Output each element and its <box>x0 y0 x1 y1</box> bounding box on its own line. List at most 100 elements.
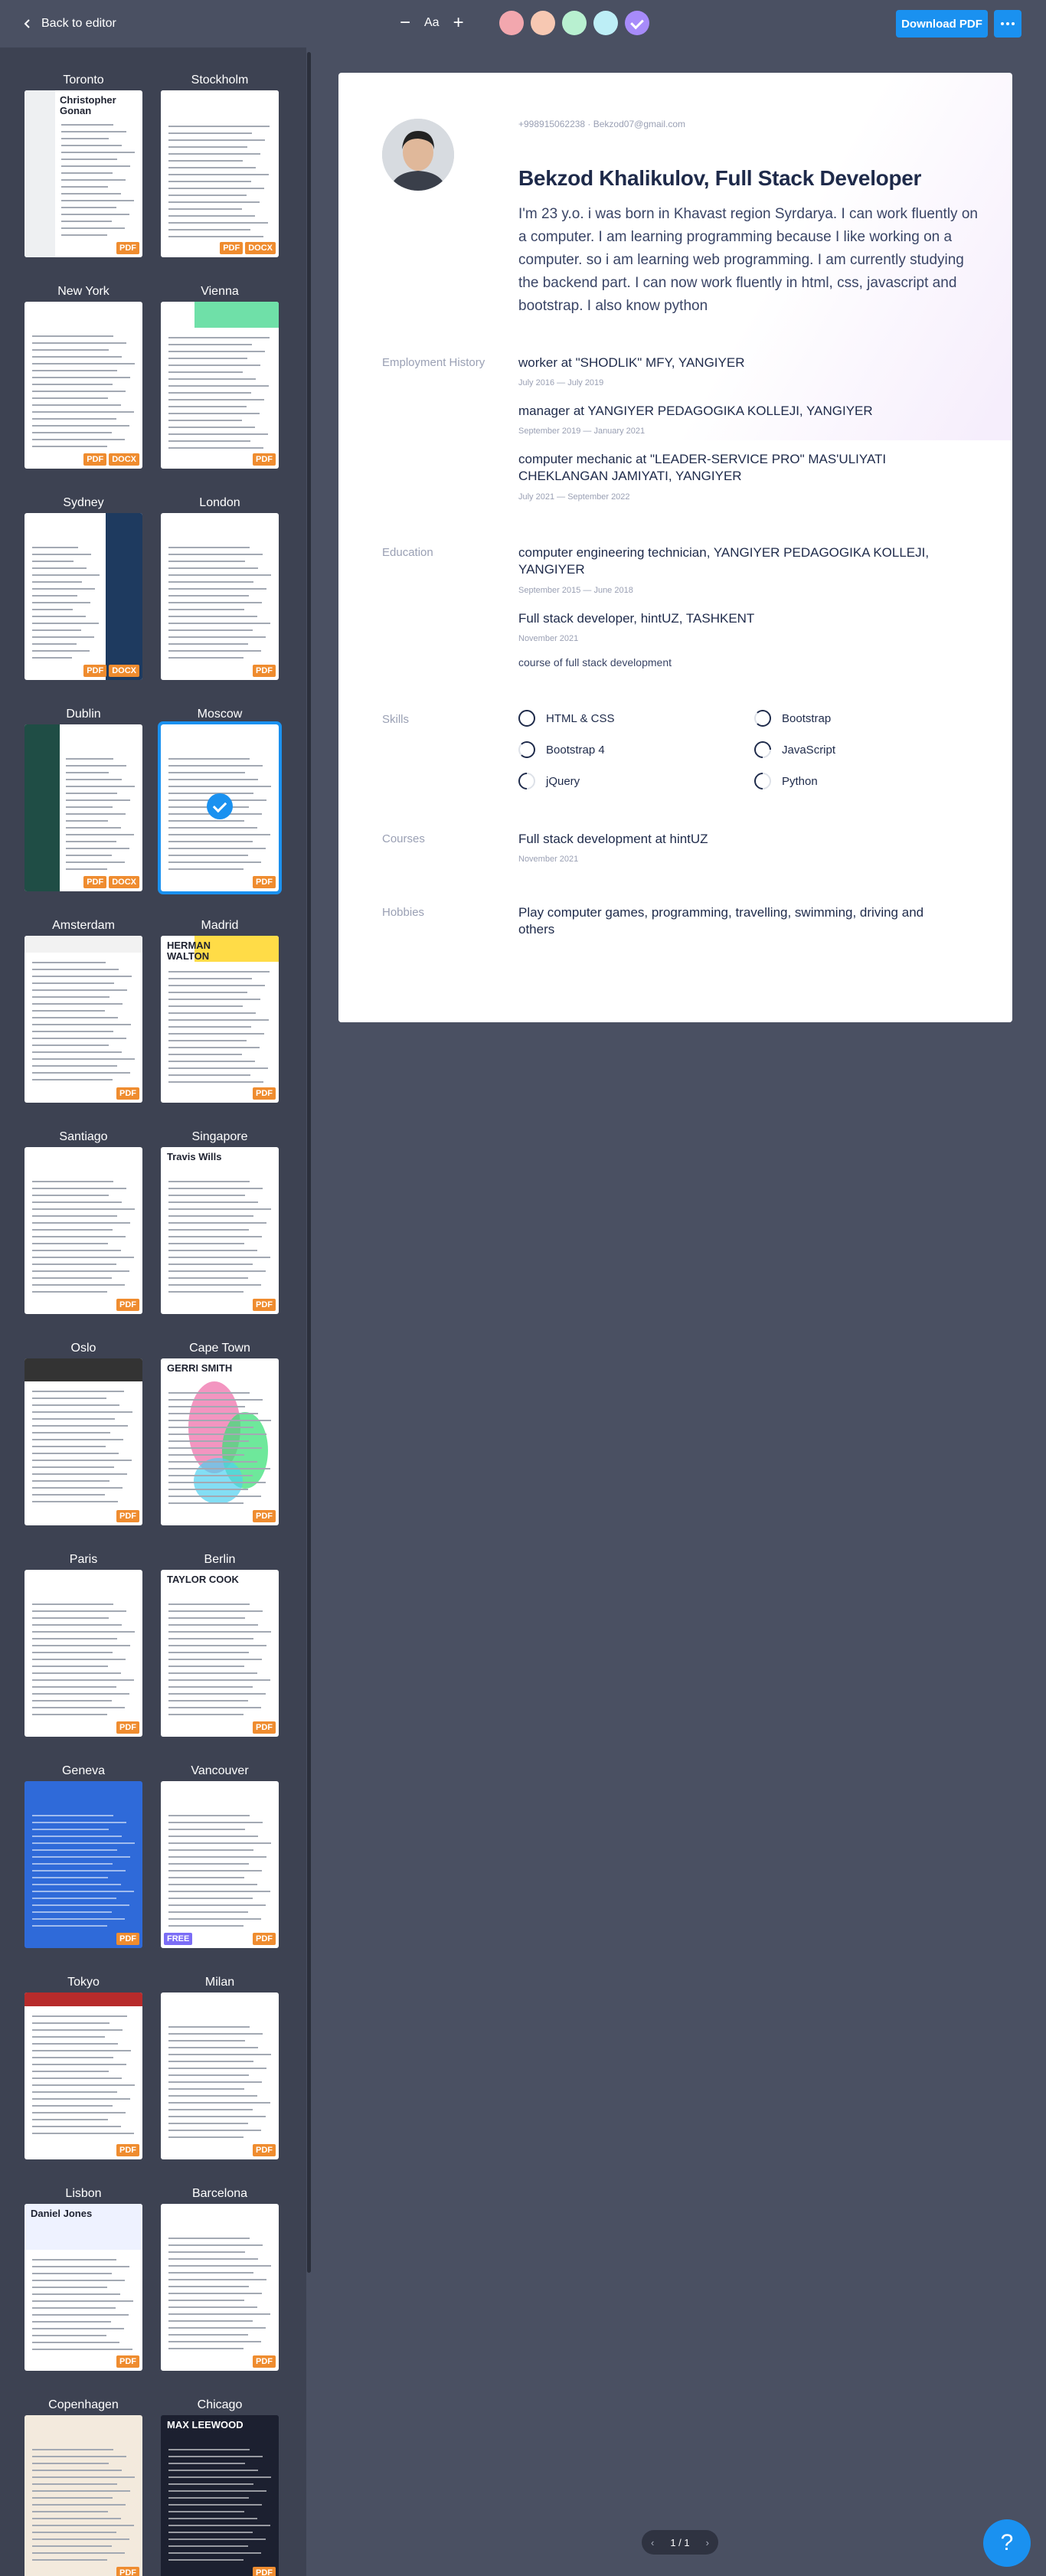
thumbnail-text-line <box>61 179 126 181</box>
template-card[interactable]: Berlin TAYLOR COOK PDF <box>161 1553 279 1737</box>
thumbnail-text-line <box>32 2266 129 2267</box>
thumbnail-text-line <box>168 2258 258 2260</box>
thumbnail-text-line <box>168 1638 253 1639</box>
help-button[interactable]: ? <box>983 2519 1031 2567</box>
template-thumbnail[interactable]: PDF DOCX <box>161 90 279 257</box>
template-card[interactable]: Geneva PDF <box>25 1764 142 1948</box>
template-card[interactable]: Lisbon Daniel Jones PDF <box>25 2187 142 2371</box>
thumbnail-text-line <box>168 1714 244 1715</box>
template-thumbnail[interactable]: PDF <box>25 1992 142 2159</box>
template-thumbnail[interactable]: PDF <box>25 1147 142 1314</box>
template-card[interactable]: Copenhagen PDF <box>25 2398 142 2576</box>
template-thumbnail[interactable]: Christopher Gonan PDF <box>25 90 142 257</box>
thumbnail-text-line <box>32 2490 130 2492</box>
more-options-button[interactable] <box>994 10 1021 38</box>
thumbnail-text-line <box>168 2306 257 2308</box>
thumbnail-text-line <box>168 1406 245 1407</box>
template-card[interactable]: Cape Town GERRI SMITH PDF <box>161 1342 279 1525</box>
color-swatches <box>499 11 649 35</box>
thumbnail-text-line <box>168 1863 249 1865</box>
template-card[interactable]: Paris PDF <box>25 1553 142 1737</box>
template-card[interactable]: Amsterdam PDF <box>25 919 142 1103</box>
color-swatch-lavender-selected[interactable] <box>625 11 649 35</box>
template-thumbnail[interactable]: TAYLOR COOK PDF <box>161 1570 279 1737</box>
template-card[interactable]: Vienna PDF <box>161 285 279 469</box>
template-thumbnail[interactable]: PDF <box>161 1992 279 2159</box>
thumbnail-text-line <box>32 1072 130 1074</box>
template-thumbnail[interactable]: HERMAN WALTON PDF <box>161 936 279 1103</box>
template-card[interactable]: Dublin PDF DOCX <box>25 708 142 891</box>
thumbnail-text-line <box>32 554 91 555</box>
template-card[interactable]: Singapore Travis Wills PDF <box>161 1130 279 1314</box>
format-badges: PDF <box>253 665 276 677</box>
thumbnail-text-line <box>168 2320 253 2322</box>
thumbnail-text-line <box>168 181 251 182</box>
thumbnail-text-line <box>168 139 265 141</box>
thumbnail-text-line <box>32 1398 106 1399</box>
template-card[interactable]: New York PDF DOCX <box>25 285 142 469</box>
template-card[interactable]: Vancouver FREE PDF <box>161 1764 279 1948</box>
color-swatch-pink[interactable] <box>499 11 524 35</box>
thumbnail-text-line <box>32 2456 126 2457</box>
download-pdf-button[interactable]: Download PDF <box>896 10 988 38</box>
thumbnail-text-line <box>168 1250 257 1251</box>
thumbnail-text-line <box>32 643 77 645</box>
thumbnail-text-line <box>168 1222 266 1224</box>
back-to-editor-button[interactable]: Back to editor <box>21 14 116 34</box>
template-thumbnail[interactable]: FREE PDF <box>161 1781 279 1948</box>
template-thumbnail[interactable]: Daniel Jones PDF <box>25 2204 142 2371</box>
thumbnail-text-line <box>32 1188 126 1189</box>
thumbnail-text-line <box>168 868 244 870</box>
template-thumbnail[interactable]: PDF <box>161 302 279 469</box>
font-decrease-button[interactable]: − <box>398 14 412 32</box>
template-thumbnail[interactable]: PDF <box>25 1570 142 1737</box>
template-thumbnail[interactable]: PDF <box>161 513 279 680</box>
template-thumbnail[interactable]: PDF <box>158 721 282 894</box>
template-card[interactable]: Sydney PDF DOCX <box>25 496 142 680</box>
template-card[interactable]: Toronto Christopher Gonan PDF <box>25 74 142 257</box>
template-thumbnail[interactable]: PDF <box>161 2204 279 2371</box>
prev-page-icon[interactable]: ‹ <box>651 2537 654 2548</box>
thumbnail-text-line <box>66 841 116 842</box>
template-card[interactable]: Barcelona PDF <box>161 2187 279 2371</box>
thumbnail-text-line <box>32 996 110 998</box>
template-thumbnail[interactable]: PDF DOCX <box>25 302 142 469</box>
template-card[interactable]: Madrid HERMAN WALTON PDF <box>161 919 279 1103</box>
next-page-icon[interactable]: › <box>706 2537 709 2548</box>
template-thumbnail[interactable]: PDF <box>25 936 142 1103</box>
template-thumbnail[interactable]: GERRI SMITH PDF <box>161 1358 279 1525</box>
template-card[interactable]: Milan PDF <box>161 1976 279 2159</box>
template-thumbnail[interactable]: PDF <box>25 1781 142 1948</box>
color-swatch-cyan[interactable] <box>593 11 618 35</box>
sidebar-scrollbar[interactable] <box>307 52 311 2273</box>
thumbnail-text-line <box>168 2518 257 2519</box>
color-swatch-peach[interactable] <box>531 11 555 35</box>
template-thumbnail[interactable]: MAX LEEWOOD PDF <box>161 2415 279 2576</box>
template-thumbnail[interactable]: PDF DOCX <box>25 724 142 891</box>
template-thumbnail[interactable]: PDF <box>25 1358 142 1525</box>
thumbnail-text-line <box>32 1842 135 1844</box>
template-thumbnail[interactable]: PDF DOCX <box>25 513 142 680</box>
thumbnail-text-line <box>32 1229 113 1231</box>
thumbnail-text-line <box>168 1195 245 1196</box>
thumbnail-text-line <box>168 2061 253 2062</box>
template-card[interactable]: Chicago MAX LEEWOOD PDF <box>161 2398 279 2576</box>
template-thumbnail[interactable]: Travis Wills PDF <box>161 1147 279 1314</box>
color-swatch-mint[interactable] <box>562 11 587 35</box>
format-badges: PDF <box>116 1510 139 1522</box>
thumbnail-text-line <box>168 1842 271 1844</box>
template-thumbnail[interactable]: PDF <box>25 2415 142 2576</box>
template-card[interactable]: Oslo PDF <box>25 1342 142 1525</box>
template-card[interactable]: London PDF <box>161 496 279 680</box>
template-name: Milan <box>204 1976 235 1989</box>
thumbnail-text-line <box>61 145 122 146</box>
template-card[interactable]: Moscow PDF <box>158 708 282 894</box>
thumbnail-text-line <box>32 2133 134 2134</box>
skill-level-ring <box>518 741 535 758</box>
thumbnail-text-line <box>168 1081 263 1083</box>
template-card[interactable]: Tokyo PDF <box>25 1976 142 2159</box>
template-card[interactable]: Santiago PDF <box>25 1130 142 1314</box>
thumbnail-text-line <box>168 2081 262 2083</box>
font-increase-button[interactable]: + <box>452 14 466 32</box>
template-card[interactable]: Stockholm PDF DOCX <box>161 74 279 257</box>
